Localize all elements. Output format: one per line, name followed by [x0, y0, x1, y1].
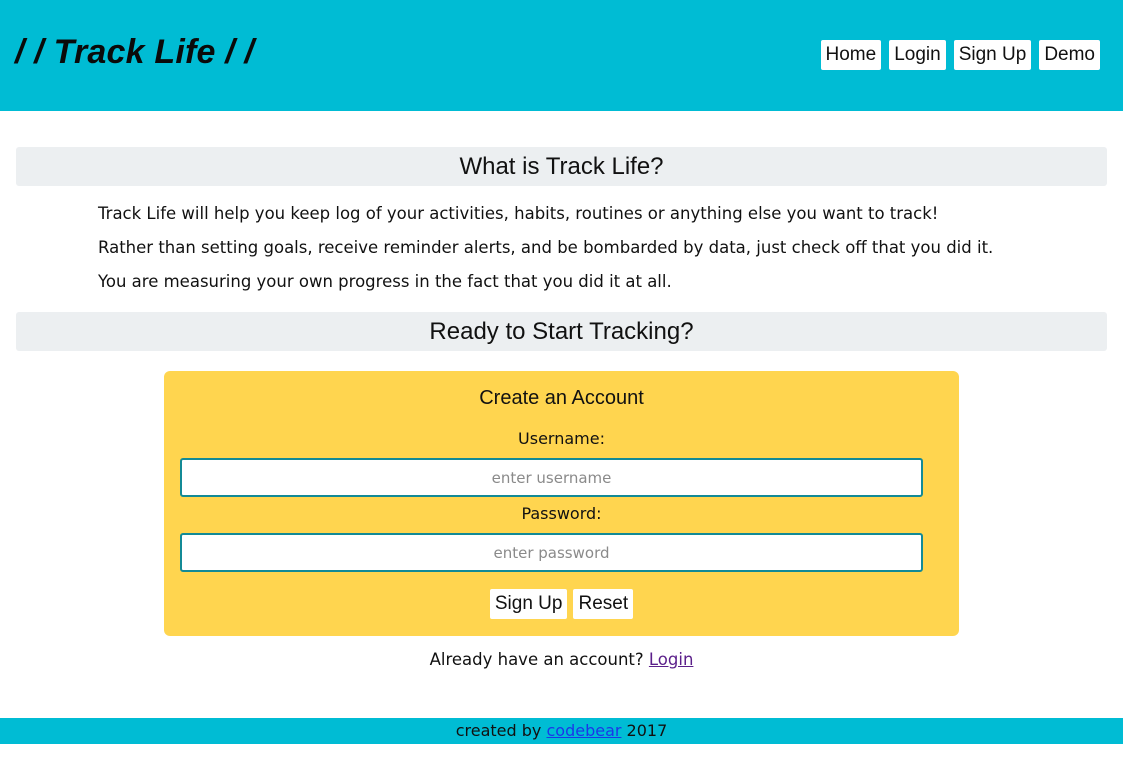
- signup-title: Create an Account: [479, 387, 644, 409]
- site-brand[interactable]: / / Track Life / /: [15, 33, 254, 72]
- footer-year: 2017: [626, 721, 668, 740]
- login-link[interactable]: Login: [649, 650, 694, 669]
- login-prompt: Already have an account? Login: [0, 650, 1123, 669]
- signup-submit-button[interactable]: Sign Up: [489, 589, 568, 619]
- about-heading: What is Track Life?: [16, 147, 1107, 186]
- about-line-3: You are measuring your own progress in t…: [98, 272, 672, 291]
- nav-login-button[interactable]: Login: [889, 40, 946, 70]
- main-nav: Home Login Sign Up Demo: [820, 40, 1100, 70]
- author-link[interactable]: codebear: [546, 721, 621, 740]
- nav-home-button[interactable]: Home: [820, 40, 882, 70]
- login-prompt-text: Already have an account?: [429, 650, 644, 669]
- form-actions: Sign Up Reset: [164, 589, 959, 619]
- site-header: / / Track Life / / Home Login Sign Up De…: [0, 0, 1123, 111]
- about-line-2: Rather than setting goals, receive remin…: [98, 238, 994, 257]
- reset-button[interactable]: Reset: [573, 589, 634, 619]
- site-footer: created by codebear 2017: [0, 718, 1123, 744]
- nav-demo-button[interactable]: Demo: [1039, 40, 1100, 70]
- about-text: Track Life will help you keep log of you…: [98, 203, 1058, 305]
- password-input[interactable]: [180, 533, 923, 572]
- password-label: Password:: [521, 504, 602, 523]
- start-heading: Ready to Start Tracking?: [16, 312, 1107, 351]
- about-line-1: Track Life will help you keep log of you…: [98, 204, 939, 223]
- nav-signup-button[interactable]: Sign Up: [953, 40, 1032, 70]
- signup-card: Create an Account Username: Password: Si…: [164, 371, 959, 636]
- username-label: Username:: [518, 429, 605, 448]
- username-input[interactable]: [180, 458, 923, 497]
- footer-prefix: created by: [455, 721, 542, 740]
